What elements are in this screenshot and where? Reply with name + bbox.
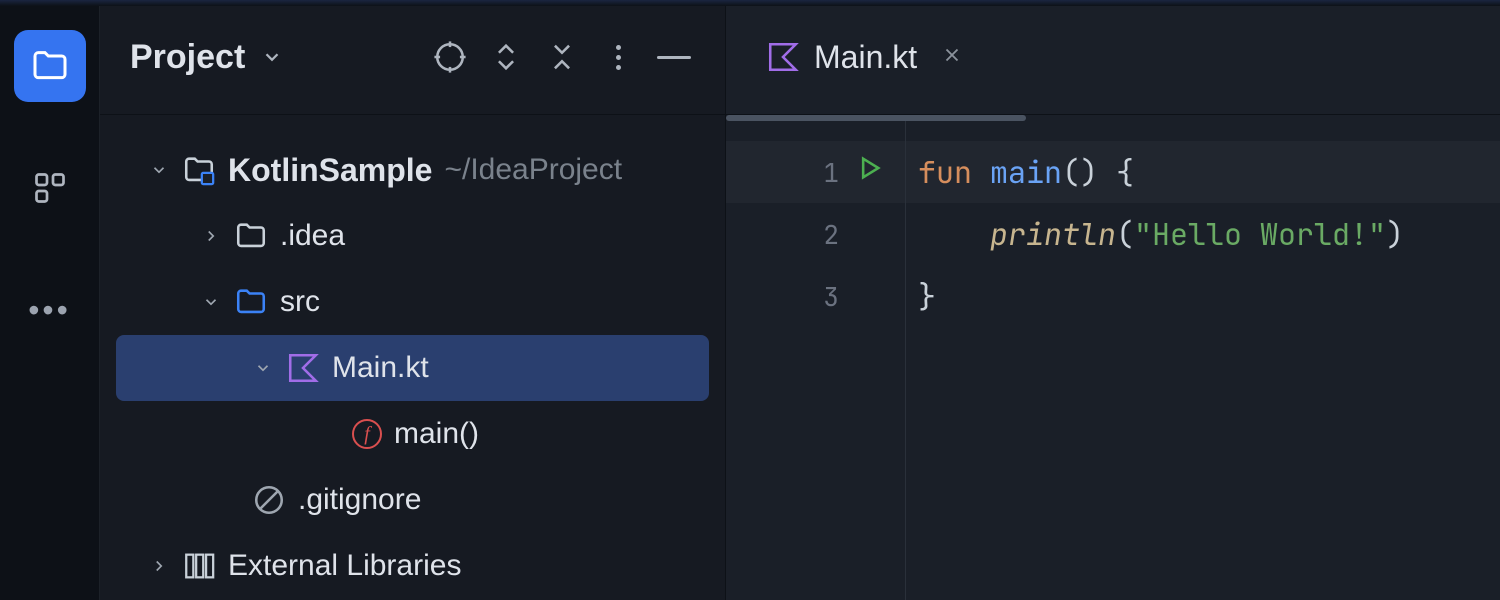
editor-tab-mainkt[interactable]: Main.kt xyxy=(766,39,963,76)
title-bar xyxy=(0,0,1500,6)
code-line-1[interactable]: fun main() { xyxy=(906,141,1500,203)
tree-node-src[interactable]: src xyxy=(116,269,709,335)
tree-node-gitignore[interactable]: .gitignore xyxy=(116,467,709,533)
source-folder-icon xyxy=(234,285,268,319)
structure-icon xyxy=(32,170,68,206)
folder-icon xyxy=(30,46,70,86)
root-label: KotlinSample xyxy=(228,152,432,189)
libraries-icon xyxy=(182,549,216,583)
editor-tab-bar: Main.kt xyxy=(726,0,1500,115)
project-panel-title: Project xyxy=(130,38,245,77)
editor-gutter: 1 2 3 xyxy=(726,115,906,600)
select-opened-file-button[interactable] xyxy=(429,36,471,78)
gutter-row-2[interactable]: 2 xyxy=(726,203,905,265)
code-line-2[interactable]: println("Hello World!") xyxy=(906,203,1500,265)
mainfn-label: main() xyxy=(394,417,479,451)
chevron-right-icon[interactable] xyxy=(200,225,222,247)
panel-options-button[interactable] xyxy=(597,36,639,78)
collapse-all-button[interactable] xyxy=(541,36,583,78)
vertical-dots-icon xyxy=(616,45,621,50)
ellipsis-icon: ••• xyxy=(28,292,71,329)
chevron-right-icon[interactable] xyxy=(148,555,170,577)
code-line-3[interactable]: } xyxy=(906,265,1500,327)
code-content[interactable]: fun main() { println("Hello World!") } xyxy=(906,115,1500,600)
gitignore-label: .gitignore xyxy=(298,483,421,517)
expand-all-button[interactable] xyxy=(485,36,527,78)
collapse-icon xyxy=(545,40,579,74)
root-path: ~/IdeaProject xyxy=(444,153,622,187)
kotlin-file-icon xyxy=(766,40,800,74)
project-folder-icon xyxy=(182,153,216,187)
chevron-down-icon[interactable] xyxy=(252,357,274,379)
extlib-label: External Libraries xyxy=(228,549,461,583)
tree-node-root[interactable]: KotlinSample ~/IdeaProject xyxy=(116,137,709,203)
folder-icon xyxy=(234,219,268,253)
chevron-down-icon[interactable] xyxy=(200,291,222,313)
tree-node-extlib[interactable]: External Libraries xyxy=(116,533,709,599)
horizontal-scrollbar[interactable] xyxy=(726,115,1026,121)
mainkt-label: Main.kt xyxy=(332,351,429,385)
tree-node-mainkt[interactable]: Main.kt xyxy=(116,335,709,401)
expand-icon xyxy=(489,40,523,74)
more-tools-button[interactable]: ••• xyxy=(14,274,86,346)
close-tab-button[interactable] xyxy=(941,41,963,73)
editor-area: Main.kt 1 2 3 fun main() { xyxy=(725,0,1500,600)
play-icon xyxy=(855,154,883,182)
project-tree[interactable]: KotlinSample ~/IdeaProject .idea src xyxy=(100,115,725,600)
idea-label: .idea xyxy=(280,219,345,253)
line-number: 1 xyxy=(823,155,839,190)
tree-node-mainfn[interactable]: f main() xyxy=(116,401,709,467)
function-icon: f xyxy=(352,419,382,449)
src-label: src xyxy=(280,285,320,319)
structure-tool-button[interactable] xyxy=(14,152,86,224)
project-tool-button[interactable] xyxy=(14,30,86,102)
editor-tab-label: Main.kt xyxy=(814,39,917,76)
project-panel: Project KotlinSample ~/IdeaProje xyxy=(100,0,725,600)
minimize-icon xyxy=(657,56,691,59)
gutter-row-3[interactable]: 3 xyxy=(726,265,905,327)
target-icon xyxy=(433,40,467,74)
tree-node-idea[interactable]: .idea xyxy=(116,203,709,269)
hide-panel-button[interactable] xyxy=(653,36,695,78)
ignore-file-icon xyxy=(252,483,286,517)
close-icon xyxy=(941,44,963,66)
chevron-down-icon[interactable] xyxy=(148,159,170,181)
project-panel-header: Project xyxy=(100,0,725,115)
kotlin-file-icon xyxy=(286,351,320,385)
line-number: 2 xyxy=(823,217,839,252)
editor-body[interactable]: 1 2 3 fun main() { println("Hello World!… xyxy=(726,115,1500,600)
project-view-selector[interactable]: Project xyxy=(130,38,283,77)
gutter-row-1[interactable]: 1 xyxy=(726,141,905,203)
tool-rail: ••• xyxy=(0,0,100,600)
chevron-down-icon xyxy=(261,46,283,68)
line-number: 3 xyxy=(823,279,839,314)
run-gutter-button[interactable] xyxy=(855,154,883,190)
